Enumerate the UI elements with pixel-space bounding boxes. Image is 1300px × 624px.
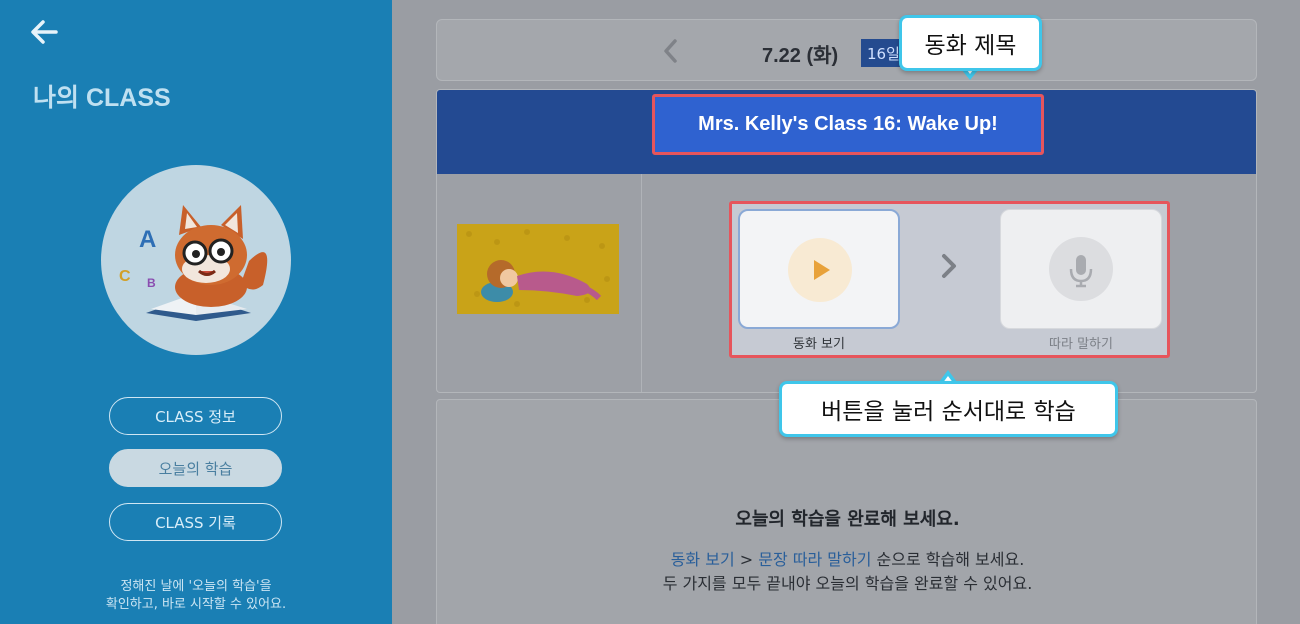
guide-step2: 문장 따라 말하기 [758,550,872,569]
steps-callout: 버튼을 눌러 순서대로 학습 [779,381,1118,437]
chevron-right-icon [942,254,956,278]
class-record-button[interactable]: CLASS 기록 [109,503,282,541]
repeat-speaking-button[interactable] [1000,209,1162,329]
story-title: Mrs. Kelly's Class 16: Wake Up! [698,113,998,135]
learning-steps-box: 동화 보기 따라 말하기 [729,201,1170,358]
microphone-icon [1049,237,1113,301]
today-learning-button[interactable]: 오늘의 학습 [109,449,282,487]
class-card: Mrs. Kelly's Class 16: Wake Up! 동화 보기 따라… [436,89,1257,393]
story-title-callout: 동화 제목 [899,15,1042,71]
sleeping-girl-thumbnail [457,224,619,314]
sidebar-note-line2: 확인하고, 바로 시작할 수 있어요. [105,597,287,612]
sidebar-note-line1: 정해진 날에 '오늘의 학습'을 [120,579,272,594]
watch-story-label: 동화 보기 [793,337,845,352]
day-badge: 16일 [861,39,901,67]
guide-line2: 두 가지를 모두 끝내야 오늘의 학습을 완료할 수 있어요. [662,574,1033,593]
fox-mascot-icon: A C B [101,165,291,355]
sidebar-note: 정해진 날에 '오늘의 학습'을 확인하고, 바로 시작할 수 있어요. [60,578,332,614]
back-arrow-icon[interactable] [28,16,60,48]
watch-story-button[interactable] [738,209,900,329]
sidebar-title: 나의 CLASS [33,84,171,112]
guide-step1: 동화 보기 [670,550,735,569]
repeat-speaking-label: 따라 말하기 [1049,337,1113,352]
svg-text:C: C [119,268,131,285]
sidebar: 나의 CLASS A C B CLASS 정보 오늘의 학습 CLASS 기록 … [0,0,392,624]
completion-title: 오늘의 학습을 완료해 보세요. [735,509,960,530]
svg-text:B: B [147,276,156,290]
play-icon [788,238,852,302]
date-bar: 7.22 (화) 16일 [436,19,1257,81]
class-header: Mrs. Kelly's Class 16: Wake Up! [437,90,1256,174]
class-info-button[interactable]: CLASS 정보 [109,397,282,435]
chevron-left-icon[interactable] [659,38,683,64]
date-label: 7.22 (화) [762,45,839,67]
svg-text:A: A [139,226,156,253]
completion-guide: 동화 보기 > 문장 따라 말하기 순으로 학습해 보세요. 두 가지를 모두 … [437,548,1258,596]
guide-separator: > [734,550,759,569]
thumbnail-column [437,174,642,392]
guide-line1: 동화 보기 > 문장 따라 말하기 순으로 학습해 보세요. [437,548,1258,572]
guide-rest: 순으로 학습해 보세요. [871,550,1025,569]
story-title-box: Mrs. Kelly's Class 16: Wake Up! [652,94,1044,155]
